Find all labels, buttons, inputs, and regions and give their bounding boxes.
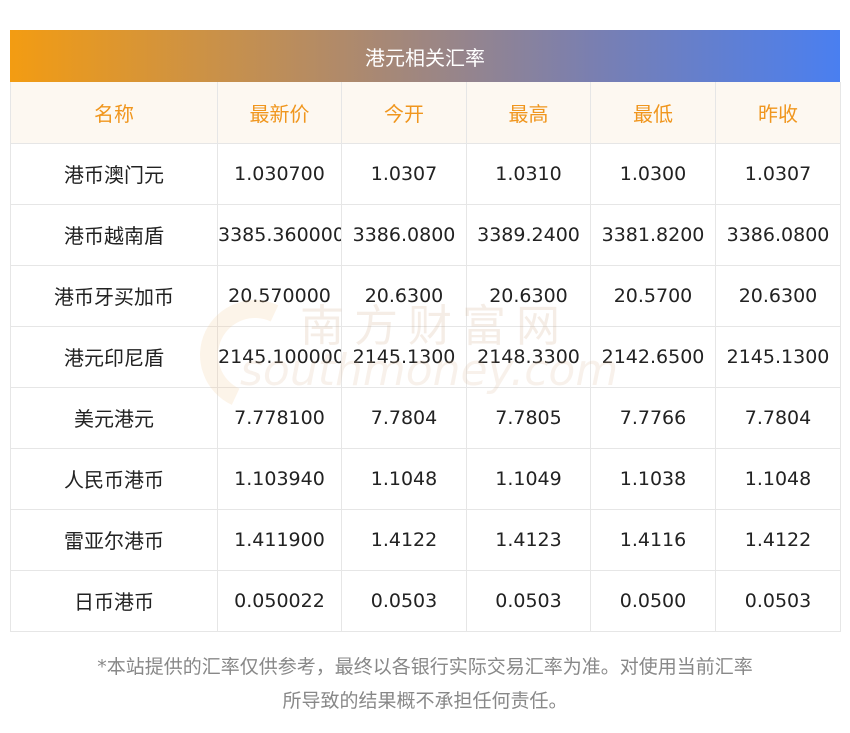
disclaimer-line-1: *本站提供的汇率仅供参考，最终以各银行实际交易汇率为准。对使用当前汇率 bbox=[97, 656, 753, 678]
high-price: 1.4123 bbox=[466, 508, 591, 571]
latest-price: 0.050022 bbox=[217, 569, 342, 632]
latest-price: 2145.100000 bbox=[217, 325, 342, 388]
table-row: 港币牙买加币 20.570000 20.6300 20.6300 20.5700… bbox=[10, 264, 841, 327]
high-price: 1.0310 bbox=[466, 142, 591, 205]
prev-close-price: 1.1048 bbox=[715, 447, 841, 510]
currency-pair-name: 港币牙买加币 bbox=[10, 264, 218, 327]
header-low: 最低 bbox=[590, 82, 716, 144]
currency-pair-name: 人民币港币 bbox=[10, 447, 218, 510]
open-price: 1.4122 bbox=[341, 508, 467, 571]
table-row: 港币澳门元 1.030700 1.0307 1.0310 1.0300 1.03… bbox=[10, 142, 841, 205]
open-price: 1.0307 bbox=[341, 142, 467, 205]
low-price: 2142.6500 bbox=[590, 325, 716, 388]
prev-close-price: 2145.1300 bbox=[715, 325, 841, 388]
disclaimer-line-2: 所导致的结果概不承担任何责任。 bbox=[282, 690, 568, 712]
table-row: 日币港币 0.050022 0.0503 0.0503 0.0500 0.050… bbox=[10, 569, 841, 632]
header-latest: 最新价 bbox=[217, 82, 342, 144]
table-header-row: 名称 最新价 今开 最高 最低 昨收 bbox=[10, 82, 841, 144]
prev-close-price: 3386.0800 bbox=[715, 203, 841, 266]
high-price: 3389.2400 bbox=[466, 203, 591, 266]
low-price: 1.4116 bbox=[590, 508, 716, 571]
latest-price: 20.570000 bbox=[217, 264, 342, 327]
prev-close-price: 20.6300 bbox=[715, 264, 841, 327]
low-price: 7.7766 bbox=[590, 386, 716, 449]
table-row: 美元港元 7.778100 7.7804 7.7805 7.7766 7.780… bbox=[10, 386, 841, 449]
header-high: 最高 bbox=[466, 82, 591, 144]
open-price: 0.0503 bbox=[341, 569, 467, 632]
header-name: 名称 bbox=[10, 82, 218, 144]
high-price: 7.7805 bbox=[466, 386, 591, 449]
latest-price: 1.103940 bbox=[217, 447, 342, 510]
high-price: 0.0503 bbox=[466, 569, 591, 632]
currency-pair-name: 雷亚尔港币 bbox=[10, 508, 218, 571]
high-price: 20.6300 bbox=[466, 264, 591, 327]
open-price: 3386.0800 bbox=[341, 203, 467, 266]
currency-pair-name: 港元印尼盾 bbox=[10, 325, 218, 388]
open-price: 1.1048 bbox=[341, 447, 467, 510]
currency-pair-name: 日币港币 bbox=[10, 569, 218, 632]
header-prev-close: 昨收 bbox=[715, 82, 841, 144]
low-price: 1.0300 bbox=[590, 142, 716, 205]
high-price: 2148.3300 bbox=[466, 325, 591, 388]
high-price: 1.1049 bbox=[466, 447, 591, 510]
table-row: 人民币港币 1.103940 1.1048 1.1049 1.1038 1.10… bbox=[10, 447, 841, 510]
header-open: 今开 bbox=[341, 82, 467, 144]
currency-pair-name: 港币澳门元 bbox=[10, 142, 218, 205]
currency-pair-name: 港币越南盾 bbox=[10, 203, 218, 266]
open-price: 2145.1300 bbox=[341, 325, 467, 388]
table-title-banner: 港元相关汇率 bbox=[10, 30, 840, 82]
table-row: 港元印尼盾 2145.100000 2145.1300 2148.3300 21… bbox=[10, 325, 841, 388]
table-row: 港币越南盾 3385.360000 3386.0800 3389.2400 33… bbox=[10, 203, 841, 266]
table-row: 雷亚尔港币 1.411900 1.4122 1.4123 1.4116 1.41… bbox=[10, 508, 841, 571]
latest-price: 7.778100 bbox=[217, 386, 342, 449]
latest-price: 3385.360000 bbox=[217, 203, 342, 266]
exchange-rate-table: 名称 最新价 今开 最高 最低 昨收 港币澳门元 1.030700 1.0307… bbox=[10, 82, 841, 632]
open-price: 20.6300 bbox=[341, 264, 467, 327]
open-price: 7.7804 bbox=[341, 386, 467, 449]
table-title: 港元相关汇率 bbox=[365, 45, 485, 70]
low-price: 1.1038 bbox=[590, 447, 716, 510]
low-price: 20.5700 bbox=[590, 264, 716, 327]
low-price: 0.0500 bbox=[590, 569, 716, 632]
prev-close-price: 1.4122 bbox=[715, 508, 841, 571]
latest-price: 1.411900 bbox=[217, 508, 342, 571]
prev-close-price: 1.0307 bbox=[715, 142, 841, 205]
low-price: 3381.8200 bbox=[590, 203, 716, 266]
prev-close-price: 7.7804 bbox=[715, 386, 841, 449]
prev-close-price: 0.0503 bbox=[715, 569, 841, 632]
disclaimer-note: *本站提供的汇率仅供参考，最终以各银行实际交易汇率为准。对使用当前汇率 所导致的… bbox=[10, 650, 840, 718]
latest-price: 1.030700 bbox=[217, 142, 342, 205]
currency-pair-name: 美元港元 bbox=[10, 386, 218, 449]
